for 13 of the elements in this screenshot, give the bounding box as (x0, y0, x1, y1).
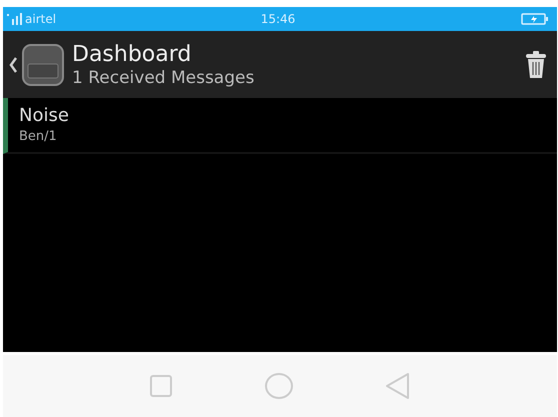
message-sender: Ben/1 (19, 128, 57, 146)
trash-icon[interactable] (525, 50, 547, 78)
page-subtitle: 1 Received Messages (72, 68, 256, 88)
clock-time: 15:46 (260, 12, 296, 26)
signal-icon (7, 13, 23, 25)
back-icon[interactable] (9, 56, 18, 74)
logo-icon (22, 44, 64, 86)
battery-icon (521, 13, 550, 25)
page-title: Dashboard (72, 42, 192, 68)
carrier-name: airtel (25, 12, 56, 26)
message-title: Noise (19, 104, 69, 128)
home-icon[interactable] (264, 372, 294, 400)
recents-icon[interactable] (148, 374, 173, 398)
